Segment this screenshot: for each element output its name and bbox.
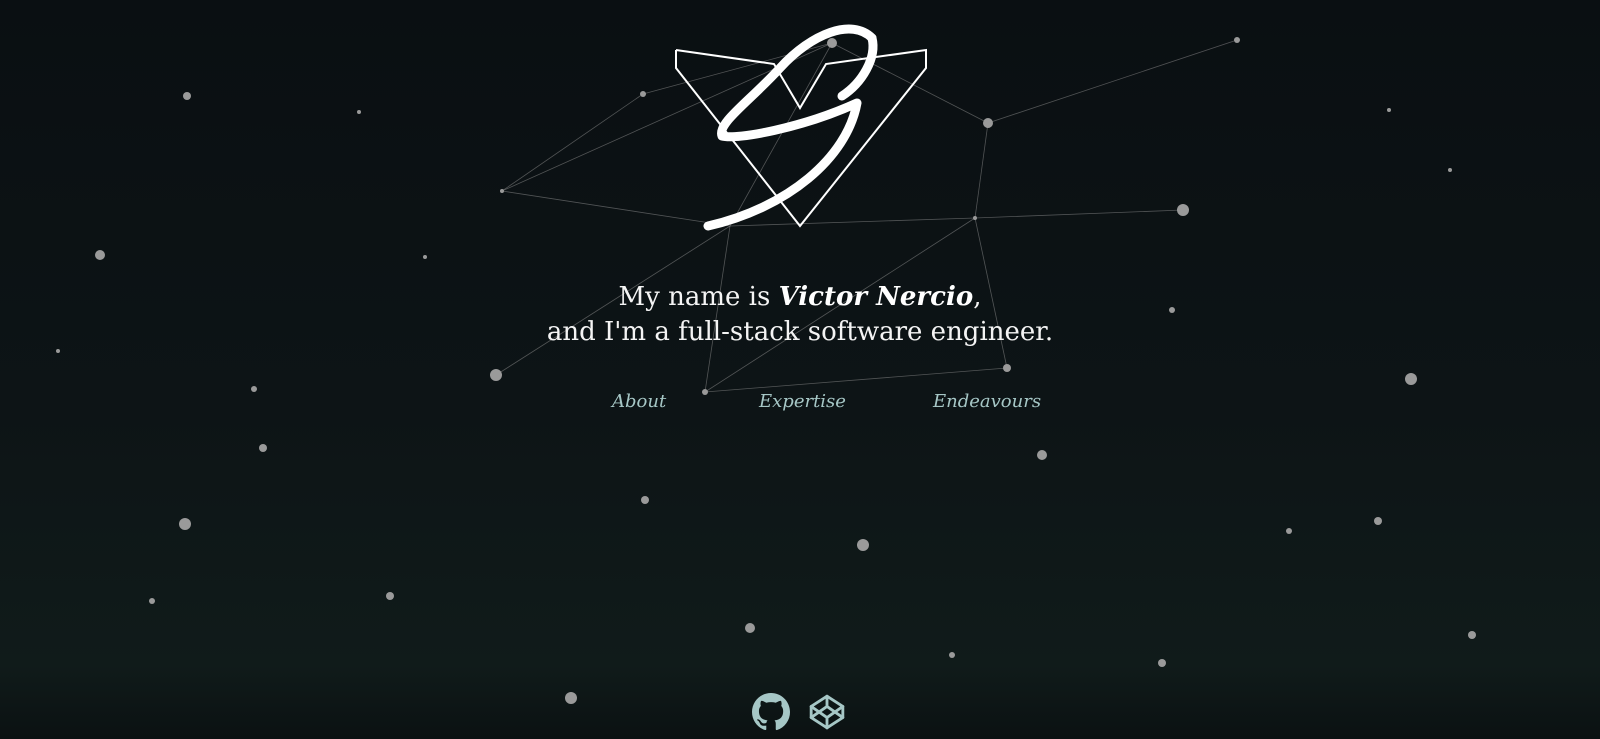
- nav-endeavours-link[interactable]: Endeavours: [933, 391, 1041, 412]
- intro-line-1: My name is Victor Nercio,: [0, 280, 1600, 315]
- intro-prefix: My name is: [618, 282, 779, 312]
- nav-about-link[interactable]: About: [612, 391, 666, 412]
- intro-line-2: and I'm a full-stack software engineer.: [546, 317, 1054, 347]
- github-icon[interactable]: [752, 693, 790, 731]
- logo-emblem: [675, 24, 927, 231]
- nav-expertise-link[interactable]: Expertise: [759, 391, 846, 412]
- person-name: Victor Nercio: [778, 282, 974, 312]
- intro-comma: ,: [973, 282, 982, 312]
- intro-headline: My name is Victor Nercio, and I'm a full…: [0, 280, 1600, 350]
- codepen-icon[interactable]: [808, 693, 846, 731]
